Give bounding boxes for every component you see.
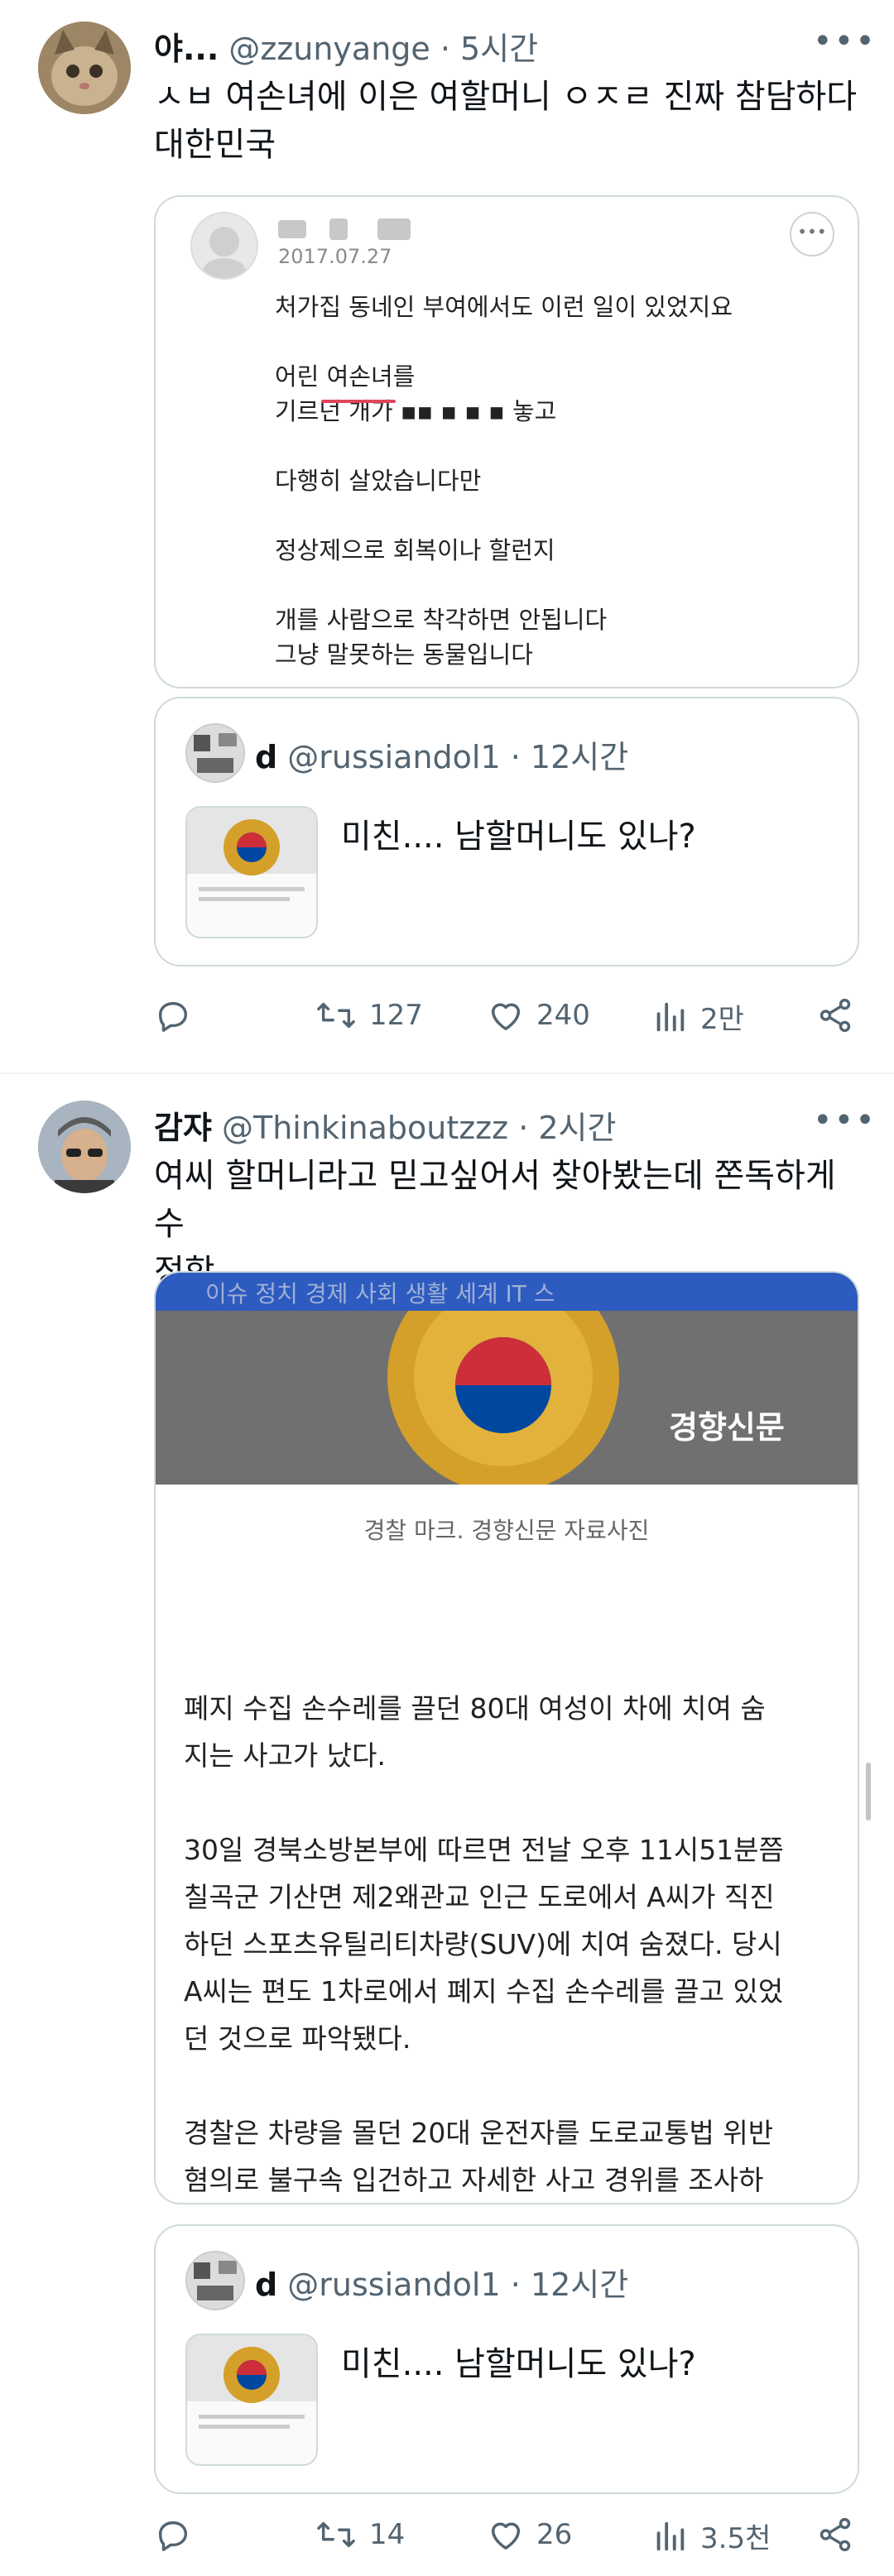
- scrollbar-thumb[interactable]: [866, 1763, 871, 1820]
- reply-button[interactable]: [154, 2516, 204, 2554]
- retweet-button[interactable]: 14: [315, 2516, 405, 2554]
- share-icon: [820, 2517, 851, 2552]
- retweet-count: 127: [369, 999, 423, 1032]
- police-emblem-icon: [223, 2347, 280, 2403]
- quoted-tweet[interactable]: d @russiandol1 · 12시간 미친.... 남할머니도 있나?: [154, 2224, 859, 2494]
- red-underline: [321, 400, 396, 403]
- tweet-header: 감쟈 @Thinkinaboutzzz · 2시간: [154, 1102, 616, 1148]
- screenshot-avatar: [190, 212, 258, 280]
- screenshot-text: 처가집 동네인 부여에서도 이런 일이 있었지요 어린 여손녀를 기르던 개가 …: [275, 293, 733, 669]
- quote-handle[interactable]: @russiandol1: [287, 2267, 500, 2303]
- views-count: 3.5천: [700, 2522, 771, 2555]
- share-button[interactable]: [816, 996, 866, 1034]
- like-button[interactable]: 240: [487, 996, 590, 1034]
- article-body: 폐지 수집 손수레를 끌던 80대 여성이 차에 치여 숨 지는 사고가 났다.…: [184, 1692, 784, 2196]
- views-icon: [656, 1002, 685, 1031]
- quote-thumbnail[interactable]: [185, 2334, 318, 2466]
- timestamp[interactable]: · 2시간: [518, 1110, 616, 1146]
- timestamp[interactable]: · 5시간: [440, 31, 538, 67]
- display-name[interactable]: 감쟈: [154, 1110, 212, 1146]
- news-nav-bar: 이슈 정치 경제 사회 생활 세계 IT 스: [156, 1273, 858, 1311]
- quote-avatar[interactable]: [185, 723, 245, 783]
- tweet-divider: [0, 1072, 894, 1074]
- tweet-header: 야... @zzunyange · 5시간: [154, 23, 538, 69]
- share-button[interactable]: [816, 2516, 866, 2554]
- views-button[interactable]: 2만: [651, 996, 744, 1037]
- quote-text: 미친.... 남할머니도 있나?: [341, 818, 696, 856]
- retweet-icon: [317, 1002, 355, 1029]
- quote-timestamp[interactable]: · 12시간: [511, 739, 628, 775]
- attached-article-image[interactable]: 이슈 정치 경제 사회 생활 세계 IT 스 경향신문 경찰 마크. 경향신문 …: [154, 1271, 859, 2204]
- article-watermark: 경향신문: [669, 1409, 785, 1446]
- quote-display-name[interactable]: d: [255, 2267, 277, 2303]
- like-count: 26: [536, 2518, 573, 2551]
- share-icon: [820, 998, 851, 1033]
- retweet-count: 14: [369, 2518, 406, 2551]
- reply-button[interactable]: [154, 996, 204, 1034]
- like-icon: [491, 1003, 521, 1031]
- quote-handle[interactable]: @russiandol1: [287, 739, 500, 775]
- like-icon: [491, 2522, 521, 2550]
- police-emblem-icon: [387, 1311, 619, 1485]
- views-button[interactable]: 3.5천: [651, 2516, 771, 2556]
- more-icon[interactable]: •••: [813, 25, 877, 58]
- quote-text: 미친.... 남할머니도 있나?: [341, 2345, 696, 2383]
- quote-timestamp[interactable]: · 12시간: [511, 2267, 628, 2303]
- views-count: 2만: [700, 1003, 744, 1036]
- news-nav-text: 이슈 정치 경제 사회 생활 세계 IT 스: [205, 1280, 555, 1307]
- tweet-text: ㅅㅂ 여손녀에 이은 여할머니 ㅇㅈㄹ 진짜 참담하다 대한민국: [154, 78, 858, 164]
- screenshot-date: 2017.07.27: [278, 245, 392, 268]
- blurred-username: [377, 218, 411, 240]
- more-icon[interactable]: •••: [813, 1104, 877, 1137]
- article-caption: 경찰 마크. 경향신문 자료사진: [363, 1517, 650, 1544]
- reply-icon: [158, 1001, 188, 1032]
- screenshot-more-icon: •••: [790, 212, 834, 257]
- like-count: 240: [536, 999, 590, 1032]
- retweet-icon: [317, 2521, 355, 2548]
- avatar-cat[interactable]: [38, 22, 131, 114]
- quote-avatar[interactable]: [185, 2251, 245, 2310]
- display-name[interactable]: 야...: [154, 31, 219, 67]
- views-icon: [656, 2521, 685, 2550]
- retweet-button[interactable]: 127: [315, 996, 423, 1034]
- quote-thumbnail[interactable]: [185, 806, 318, 938]
- blurred-username: [329, 218, 348, 240]
- handle[interactable]: @Thinkinaboutzzz: [222, 1110, 508, 1146]
- police-emblem-icon: [223, 819, 280, 875]
- article-photo: 경향신문: [156, 1311, 858, 1485]
- quote-header: d @russiandol1 · 12시간: [255, 732, 628, 777]
- blurred-username: [278, 220, 306, 238]
- quote-header: d @russiandol1 · 12시간: [255, 2259, 628, 2305]
- avatar-man[interactable]: [38, 1101, 131, 1193]
- quoted-tweet[interactable]: d @russiandol1 · 12시간 미친.... 남할머니도 있나?: [154, 697, 859, 967]
- reply-icon: [158, 2521, 188, 2551]
- handle[interactable]: @zzunyange: [228, 31, 430, 67]
- quote-display-name[interactable]: d: [255, 739, 277, 775]
- like-button[interactable]: 26: [487, 2516, 572, 2554]
- attached-image-card[interactable]: 2017.07.27 ••• 처가집 동네인 부여에서도 이런 일이 있었지요 …: [154, 195, 859, 688]
